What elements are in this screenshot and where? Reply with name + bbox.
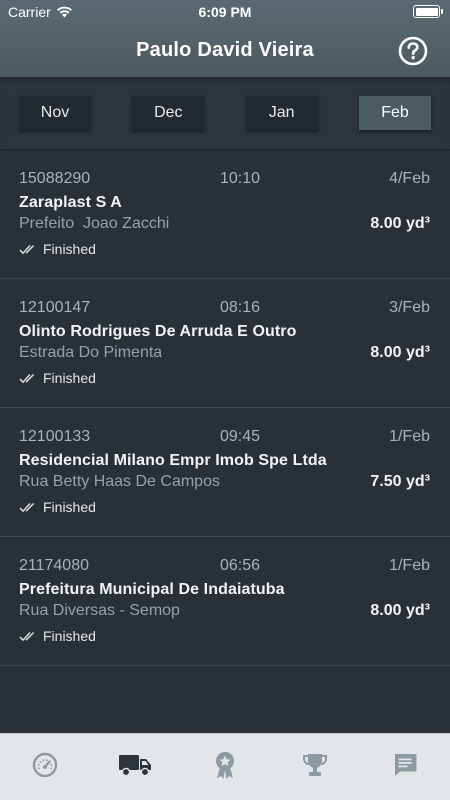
help-button[interactable] [398, 36, 428, 66]
navigation-bar: Paulo David Vieira [0, 24, 450, 77]
month-selector: Nov Dec Jan Feb [0, 77, 450, 150]
order-address: Rua Diversas - Semop [19, 602, 180, 619]
award-ribbon-icon [216, 752, 234, 779]
order-address: Rua Betty Haas De Campos [19, 473, 220, 490]
order-time: 06:56 [220, 557, 261, 574]
speedometer-icon [32, 752, 58, 778]
order-status: Finished [19, 370, 96, 386]
order-item[interactable]: 12100147 08:16 3/Feb Olinto Rodrigues De… [0, 279, 450, 408]
double-check-icon [19, 631, 35, 641]
order-item[interactable]: 21174080 06:56 1/Feb Prefeitura Municipa… [0, 537, 450, 666]
order-volume: 8.00 yd³ [370, 215, 430, 232]
order-time: 10:10 [220, 170, 261, 187]
order-code: 21174080 [19, 557, 89, 574]
order-address: Estrada Do Pimenta [19, 344, 163, 361]
tab-bar [0, 733, 450, 800]
status-time: 6:09 PM [198, 4, 252, 20]
order-date: 3/Feb [389, 299, 430, 316]
order-client: Prefeitura Municipal De Indaiatuba [19, 581, 285, 598]
month-button-feb[interactable]: Feb [358, 96, 431, 130]
tab-ranking[interactable] [285, 743, 345, 787]
battery-icon [413, 5, 443, 18]
order-date: 1/Feb [389, 428, 430, 445]
double-check-icon [19, 373, 35, 383]
order-date: 4/Feb [389, 170, 430, 187]
chat-message-icon [394, 754, 417, 776]
order-time: 08:16 [220, 299, 261, 316]
order-code: 12100133 [19, 428, 91, 445]
double-check-icon [19, 244, 35, 254]
tab-awards[interactable] [195, 743, 255, 787]
trophy-icon [303, 754, 327, 776]
status-bar: Carrier 6:09 PM [0, 0, 450, 24]
order-code: 12100147 [19, 299, 91, 316]
order-status-label: Finished [43, 628, 96, 644]
tab-deliveries[interactable] [105, 743, 165, 787]
order-status: Finished [19, 241, 96, 257]
order-volume: 8.00 yd³ [370, 344, 430, 361]
order-status-label: Finished [43, 370, 96, 386]
order-volume: 7.50 yd³ [370, 473, 430, 490]
order-code: 15088290 [19, 170, 91, 187]
order-client: Olinto Rodrigues De Arruda E Outro [19, 323, 297, 340]
header-bar: Carrier 6:09 PM Paulo David Vieira [0, 0, 450, 77]
order-status: Finished [19, 628, 96, 644]
order-client: Zaraplast S A [19, 194, 122, 211]
question-circle-icon [398, 36, 428, 66]
month-button-jan[interactable]: Jan [245, 96, 318, 130]
order-status-label: Finished [43, 499, 96, 515]
order-client: Residencial Milano Empr Imob Spe Ltda [19, 452, 327, 469]
order-item[interactable]: 12100133 09:45 1/Feb Residencial Milano … [0, 408, 450, 537]
order-address: Prefeito Joao Zacchi [19, 215, 170, 232]
double-check-icon [19, 502, 35, 512]
order-list: 15088290 10:10 4/Feb Zaraplast S A Prefe… [0, 150, 450, 666]
tab-dashboard[interactable] [15, 743, 75, 787]
month-button-nov[interactable]: Nov [19, 96, 91, 130]
order-status: Finished [19, 499, 96, 515]
page-title: Paulo David Vieira [136, 39, 314, 61]
order-item[interactable]: 15088290 10:10 4/Feb Zaraplast S A Prefe… [0, 150, 450, 279]
order-volume: 8.00 yd³ [370, 602, 430, 619]
tab-messages[interactable] [375, 743, 435, 787]
order-time: 09:45 [220, 428, 261, 445]
month-button-dec[interactable]: Dec [132, 96, 205, 130]
order-status-label: Finished [43, 241, 96, 257]
truck-icon [119, 755, 151, 777]
order-date: 1/Feb [389, 557, 430, 574]
